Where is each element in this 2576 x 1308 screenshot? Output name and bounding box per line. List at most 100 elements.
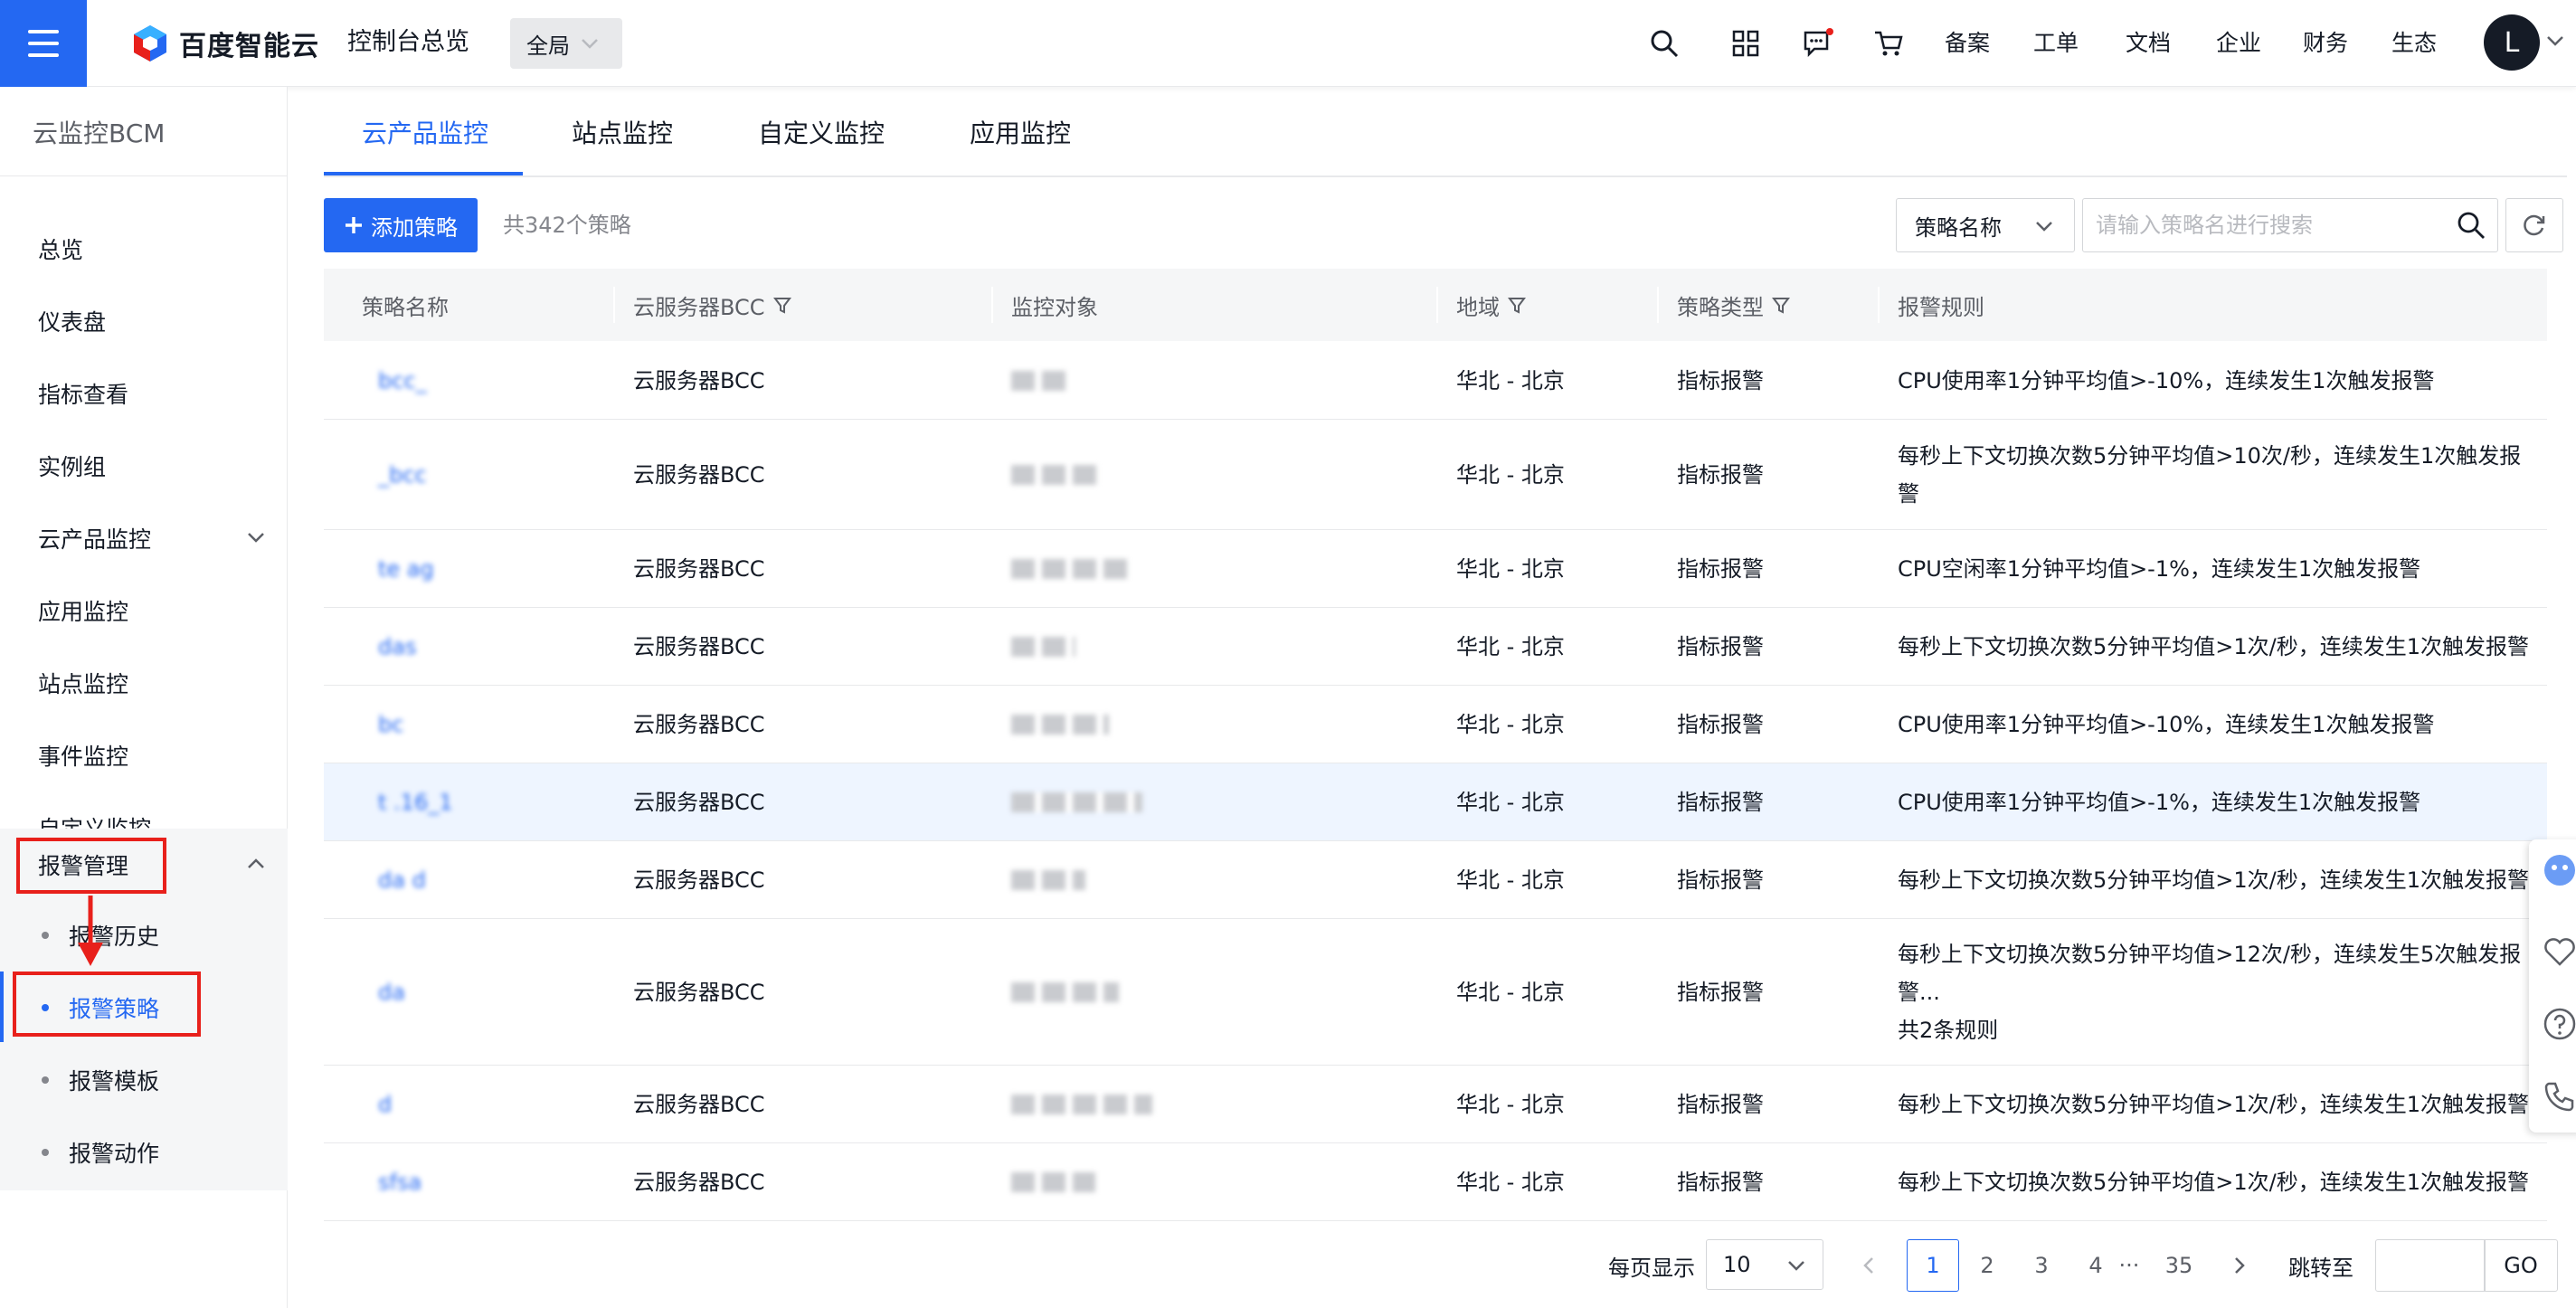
- sidebar-item-dashboard[interactable]: 仪表盘: [0, 285, 288, 357]
- search-icon[interactable]: [1646, 25, 1682, 62]
- sidebar-item-event-monitor[interactable]: 事件监控: [0, 719, 288, 791]
- heart-icon[interactable]: [2542, 934, 2576, 970]
- policy-type-cell: 指标报警: [1677, 790, 1764, 815]
- help-icon[interactable]: [2542, 1006, 2576, 1042]
- service-cell: 云服务器BCC: [633, 634, 765, 659]
- service-cell: 云服务器BCC: [633, 368, 765, 393]
- sidebar-item-overview[interactable]: 总览: [0, 213, 288, 285]
- search-input[interactable]: [2083, 199, 2445, 251]
- sidebar-item-metrics[interactable]: 指标查看: [0, 357, 288, 430]
- sidebar-item-app-monitor[interactable]: 应用监控: [0, 574, 288, 647]
- nav-link-enterprise[interactable]: 企业: [2216, 25, 2261, 62]
- policy-name-link[interactable]: d: [378, 1087, 392, 1122]
- policy-name-link[interactable]: _bcc: [378, 458, 427, 492]
- chevron-right-icon[interactable]: [2229, 1256, 2249, 1275]
- hamburger-menu-button[interactable]: [0, 0, 87, 87]
- table-row[interactable]: d 云服务器BCC 华北 - 北京 指标报警 每秒上下文切换次数5分钟平均值>1次/秒，…: [324, 1066, 2547, 1143]
- table-row[interactable]: bcc_ 云服务器BCC 华北 - 北京 指标报警 CPU使用率1分钟平均值>-10%，…: [324, 341, 2547, 420]
- service-cell: 云服务器BCC: [633, 1092, 765, 1117]
- service-cell: 云服务器BCC: [633, 980, 765, 1005]
- search-field-selector[interactable]: 策略名称: [1896, 198, 2075, 252]
- page-number-button[interactable]: 1: [1907, 1239, 1959, 1292]
- policy-name-link[interactable]: bc: [378, 707, 403, 742]
- filter-icon[interactable]: [1771, 295, 1791, 315]
- tab-site-monitor[interactable]: 站点监控: [572, 114, 673, 150]
- page-number-button[interactable]: 2: [1961, 1239, 2013, 1292]
- filter-icon[interactable]: [772, 295, 792, 315]
- tab-cloud-product-monitor[interactable]: 云产品监控: [362, 114, 488, 150]
- column-header-policy-type[interactable]: 策略类型: [1677, 269, 1791, 341]
- page-number-button[interactable]: 3: [2015, 1239, 2068, 1292]
- add-policy-button[interactable]: 添加策略: [324, 198, 478, 252]
- sidebar-subitem-alarm-template[interactable]: 报警模板: [0, 1044, 288, 1116]
- header-label: 策略类型: [1677, 294, 1764, 320]
- region-cell: 华北 - 北京: [1456, 1092, 1565, 1117]
- policy-name-link[interactable]: sfsa: [378, 1165, 421, 1199]
- chevron-left-icon[interactable]: [1860, 1256, 1880, 1275]
- column-header-service[interactable]: 云服务器BCC: [633, 269, 792, 341]
- jump-to-label: 跳转至: [2288, 1256, 2353, 1281]
- sidebar-subitem-alarm-history[interactable]: 报警历史: [0, 899, 288, 972]
- region-cell: 华北 - 北京: [1456, 867, 1565, 893]
- chevron-down-icon[interactable]: [2546, 34, 2564, 47]
- sidebar-item-instance-group[interactable]: 实例组: [0, 430, 288, 502]
- page-ellipsis[interactable]: ···: [2111, 1239, 2147, 1292]
- table-row[interactable]: da 云服务器BCC 华北 - 北京 指标报警 每秒上下文切换次数5分钟平均值>12次/…: [324, 919, 2547, 1066]
- go-button[interactable]: GO: [2484, 1239, 2558, 1292]
- refresh-button[interactable]: [2505, 198, 2563, 252]
- assistant-icon[interactable]: [2542, 852, 2576, 888]
- alarm-rule-cell: 警: [1898, 481, 1919, 507]
- policy-name-link[interactable]: t .16_1: [378, 785, 452, 820]
- region-selector[interactable]: 全局: [510, 18, 622, 69]
- policy-name-link[interactable]: da d: [378, 863, 426, 897]
- cart-icon[interactable]: [1870, 25, 1907, 62]
- phone-icon[interactable]: [2542, 1078, 2576, 1114]
- policy-type-cell: 指标报警: [1677, 556, 1764, 582]
- policy-type-cell: 指标报警: [1677, 462, 1764, 488]
- table-row[interactable]: te ag 云服务器BCC 华北 - 北京 指标报警 CPU空闲率1分钟平均值>-1%，…: [324, 530, 2547, 608]
- table-row[interactable]: bc 云服务器BCC 华北 - 北京 指标报警 CPU使用率1分钟平均值>-10%，连续…: [324, 686, 2547, 763]
- service-cell: 云服务器BCC: [633, 790, 765, 815]
- logo-text: 百度智能云: [179, 31, 319, 62]
- table-row[interactable]: das 云服务器BCC 华北 - 北京 指标报警 每秒上下文切换次数5分钟平均值>1次/…: [324, 608, 2547, 686]
- user-avatar[interactable]: L: [2484, 14, 2540, 71]
- page-number-button[interactable]: 35: [2153, 1239, 2205, 1292]
- alarm-rule-cell: 每秒上下文切换次数5分钟平均值>1次/秒，连续发生1次触发报警: [1898, 1092, 2530, 1117]
- page-size-select[interactable]: 10: [1706, 1239, 1823, 1290]
- sidebar-item-label: 仪表盘: [38, 309, 107, 336]
- add-policy-label: 添加策略: [371, 214, 458, 241]
- nav-link-docs[interactable]: 文档: [2126, 25, 2171, 62]
- nav-link-finance[interactable]: 财务: [2303, 25, 2348, 62]
- nav-link-ticket[interactable]: 工单: [2033, 25, 2079, 62]
- sidebar-subitem-alarm-action[interactable]: 报警动作: [0, 1116, 288, 1189]
- jump-page-input[interactable]: [2375, 1239, 2486, 1292]
- policy-name-link[interactable]: bcc_: [378, 364, 427, 398]
- policy-type-cell: 指标报警: [1677, 980, 1764, 1005]
- column-header-policy-name[interactable]: 策略名称: [362, 269, 449, 341]
- message-icon[interactable]: [1800, 25, 1836, 62]
- column-header-region[interactable]: 地域: [1456, 269, 1527, 341]
- tab-custom-monitor[interactable]: 自定义监控: [758, 114, 885, 150]
- monitor-object-redacted: [1011, 982, 1119, 1002]
- policy-name-link[interactable]: da: [378, 975, 405, 1009]
- region-cell: 华北 - 北京: [1456, 462, 1565, 488]
- baidu-cloud-logo[interactable]: 百度智能云: [130, 20, 319, 67]
- policy-name-link[interactable]: das: [378, 630, 416, 664]
- table-row[interactable]: t .16_1 云服务器BCC 华北 - 北京 指标报警 CPU使用率1分钟平均值>-1…: [324, 763, 2547, 841]
- tab-app-monitor[interactable]: 应用监控: [970, 114, 1071, 150]
- sidebar-item-cloud-product-monitor[interactable]: 云产品监控: [0, 502, 288, 574]
- table-row[interactable]: sfsa 云服务器BCC 华北 - 北京 指标报警 每秒上下文切换次数5分钟平均值>1次…: [324, 1143, 2547, 1221]
- nav-link-filing[interactable]: 备案: [1945, 25, 1990, 62]
- alarm-rule-cell: 每秒上下文切换次数5分钟平均值>1次/秒，连续发生1次触发报警: [1898, 867, 2530, 893]
- filter-icon[interactable]: [1507, 295, 1527, 315]
- policy-name-link[interactable]: te ag: [378, 552, 434, 586]
- nav-link-ecosystem[interactable]: 生态: [2391, 25, 2437, 62]
- console-overview-link[interactable]: 控制台总览: [347, 24, 469, 62]
- table-row[interactable]: da d 云服务器BCC 华北 - 北京 指标报警 每秒上下文切换次数5分钟平均值>1次…: [324, 841, 2547, 919]
- sidebar-item-site-monitor[interactable]: 站点监控: [0, 647, 288, 719]
- apps-grid-icon[interactable]: [1728, 25, 1764, 62]
- table-row[interactable]: _bcc 云服务器BCC 华北 - 北京 指标报警 每秒上下文切换次数5分钟平均值>10…: [324, 420, 2547, 530]
- search-icon[interactable]: [2456, 210, 2486, 241]
- alarm-rule-cell: 警...: [1898, 980, 1940, 1005]
- alarm-rule-cell: 每秒上下文切换次数5分钟平均值>10次/秒，连续发生1次触发报: [1898, 443, 2522, 469]
